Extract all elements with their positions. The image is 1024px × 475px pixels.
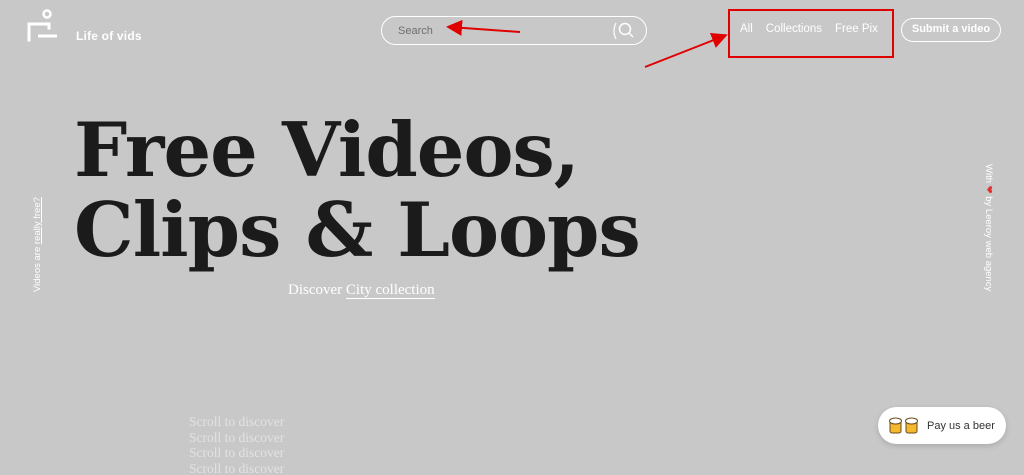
credits-side-note: With ❤ by Leeroy web agency — [983, 164, 994, 291]
really-free-link[interactable]: really free? — [32, 197, 43, 244]
side-note-prefix: Videos are — [32, 246, 43, 292]
discover-line: Discover City collection — [288, 282, 435, 299]
scroll-hint-line: Scroll to discover — [189, 445, 285, 460]
discover-prefix: Discover — [288, 282, 343, 298]
scroll-hint-line: Scroll to discover — [189, 429, 285, 445]
brand-name[interactable]: Life of vids — [76, 29, 142, 43]
main-nav: All Collections Free Pix — [740, 23, 878, 35]
scroll-hint-line: Scroll to discover — [189, 460, 285, 475]
city-collection-link[interactable]: City collection — [345, 282, 435, 299]
credits-by[interactable]: by Leeroy web — [983, 196, 994, 258]
nav-free-pix[interactable]: Free Pix — [835, 23, 878, 35]
credits-agency[interactable]: agency — [983, 261, 994, 292]
scroll-hint: Scroll to discover Scroll to discover Sc… — [189, 414, 284, 475]
pay-beer-label: Pay us a beer — [927, 419, 995, 432]
pay-beer-button[interactable]: Pay us a beer — [878, 407, 1006, 444]
nav-collections[interactable]: Collections — [766, 23, 822, 35]
search-bar[interactable] — [381, 16, 647, 45]
life-of-vids-logo-icon[interactable] — [26, 9, 60, 43]
search-icon[interactable] — [612, 21, 634, 46]
scroll-hint-line: Scroll to discover — [189, 414, 285, 429]
annotation-arrow-nav — [644, 32, 728, 68]
hero-line-2: Clips & Loops — [74, 186, 641, 274]
hero-line-1: Free Videos, — [74, 106, 580, 194]
credits-with: With — [983, 164, 994, 183]
beer-mugs-icon — [889, 417, 921, 435]
heart-icon: ❤ — [983, 185, 994, 194]
free-videos-side-note: Videos are really free? — [32, 197, 43, 292]
hero-title: Free Videos, Clips & Loops — [74, 106, 641, 274]
search-input[interactable] — [398, 23, 608, 39]
nav-all[interactable]: All — [740, 23, 753, 35]
submit-video-button[interactable]: Submit a video — [901, 18, 1001, 42]
